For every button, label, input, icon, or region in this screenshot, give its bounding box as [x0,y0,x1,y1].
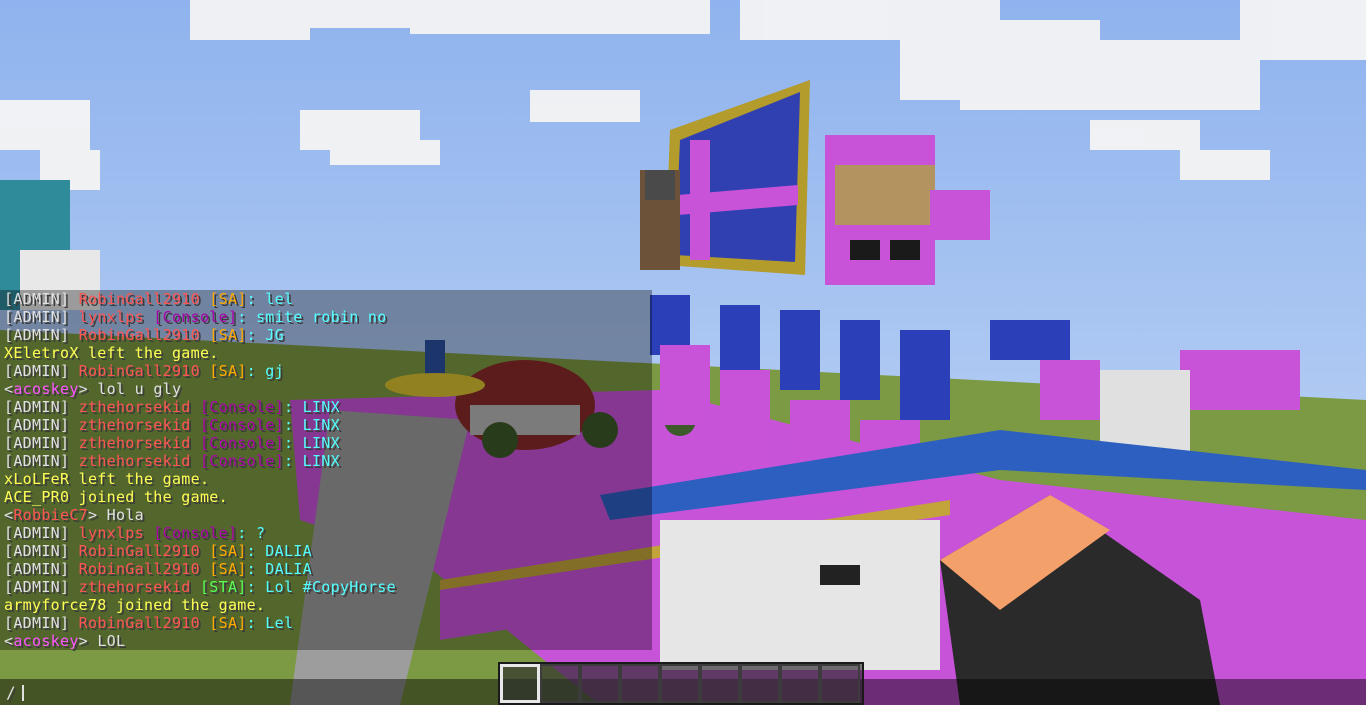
chat-message-segment: acoskey [13,632,79,650]
chat-message-segment: > LOL [78,632,126,650]
chat-log: [ADMIN] RobinGall2910 [SA]: lel [ADMIN] l… [4,290,664,650]
chat-message-segment: : ? [237,524,266,542]
chat-message-segment: [Console] [190,398,284,416]
chat-input-field[interactable]: / [6,683,16,702]
chat-message-segment: < [4,506,14,524]
chat-message-segment: [ADMIN] [4,578,79,596]
chat-message-segment: RobinGall2910 [78,614,200,632]
chat-message: [ADMIN] RobinGall2910 [SA]: lel [4,290,664,308]
hotbar-slot[interactable] [740,664,780,703]
chat-message-segment: lynxlps [78,524,144,542]
chat-message: ACE_PR0 joined the game. [4,488,664,506]
chat-message-segment: [SA] [199,326,247,344]
chat-message-segment: acoskey [13,380,79,398]
chat-message: [ADMIN] RobinGall2910 [SA]: DALIA [4,542,664,560]
hotbar-slot[interactable] [660,664,700,703]
chat-message-segment: [ADMIN] [4,362,79,380]
chat-message: [ADMIN] zthehorsekid [Console]: LINX [4,452,664,470]
chat-message-segment: xLoLFeR left the game. [4,470,210,488]
chat-message-segment: zthehorsekid [78,398,191,416]
chat-message-segment: [ADMIN] [4,560,79,578]
chat-message-segment: [ADMIN] [4,542,79,560]
chat-message-segment: : LINX [283,434,340,452]
chat-message-segment: : gj [246,362,284,380]
chat-message: [ADMIN] lynxlps [Console]: smite robin n… [4,308,664,326]
chat-message-segment: [Console] [190,452,284,470]
chat-message-segment: : smite robin no [237,308,387,326]
chat-message-segment: : LINX [283,398,340,416]
text-cursor [22,685,24,701]
chat-message-segment: RobinGall2910 [78,326,200,344]
chat-message-segment: [SA] [199,290,247,308]
chat-message-segment: RobbieC7 [13,506,88,524]
chat-message-segment: [ADMIN] [4,416,79,434]
chat-message-segment: [ADMIN] [4,326,79,344]
chat-message: [ADMIN] zthehorsekid [STA]: Lol #CopyHor… [4,578,664,596]
hotbar[interactable] [498,662,864,705]
chat-message-segment: [SA] [199,560,247,578]
chat-message-segment: [ADMIN] [4,614,79,632]
chat-message: [ADMIN] RobinGall2910 [SA]: gj [4,362,664,380]
chat-message: XEletroX left the game. [4,344,664,362]
chat-message-segment: zthehorsekid [78,452,191,470]
chat-message-segment: [ADMIN] [4,398,79,416]
chat-message-segment: [Console] [190,416,284,434]
block-head-left [640,170,680,270]
chat-message-segment: [STA] [190,578,247,596]
chat-message-segment: ACE_PR0 joined the game. [4,488,228,506]
chat-message: [ADMIN] RobinGall2910 [SA]: DALIA [4,560,664,578]
chat-message-segment: [Console] [190,434,284,452]
hotbar-slot[interactable] [820,664,860,703]
chat-message-segment: zthehorsekid [78,434,191,452]
chat-message-segment: RobinGall2910 [78,290,200,308]
chat-message-segment: : LINX [283,452,340,470]
chat-message-segment: [ADMIN] [4,434,79,452]
chat-message-segment: [ADMIN] [4,524,79,542]
chat-message-segment: [ADMIN] [4,308,79,326]
chat-message-segment: : JG [246,326,284,344]
chat-message-segment: zthehorsekid [78,416,191,434]
chat-message: xLoLFeR left the game. [4,470,664,488]
chat-message: [ADMIN] zthehorsekid [Console]: LINX [4,398,664,416]
chat-message-segment: : DALIA [246,560,312,578]
chat-message-segment: RobinGall2910 [78,560,200,578]
chat-message-segment: < [4,380,14,398]
chat-message-segment: [SA] [199,362,247,380]
chat-message-segment: lynxlps [78,308,144,326]
chat-message-segment: : DALIA [246,542,312,560]
chat-message-segment: : Lel [246,614,294,632]
chat-message-segment: : lel [246,290,294,308]
chat-message: [ADMIN] RobinGall2910 [SA]: JG [4,326,664,344]
chat-message: [ADMIN] zthehorsekid [Console]: LINX [4,416,664,434]
chat-message-segment: armyforce78 joined the game. [4,596,266,614]
chat-message-segment: < [4,632,14,650]
chat-message-segment: > lol u gly [78,380,182,398]
chat-message-segment: : Lol #CopyHorse [246,578,396,596]
hotbar-slot[interactable] [700,664,740,703]
hotbar-slot[interactable] [620,664,660,703]
chat-message: [ADMIN] lynxlps [Console]: ? [4,524,664,542]
chat-message: [ADMIN] zthehorsekid [Console]: LINX [4,434,664,452]
chat-message-segment: [ADMIN] [4,290,79,308]
chat-message-segment: : LINX [283,416,340,434]
chat-message: <acoskey> LOL [4,632,664,650]
chat-message-segment: XEletroX left the game. [4,344,219,362]
hotbar-slot[interactable] [780,664,820,703]
chat-message-segment: [ADMIN] [4,452,79,470]
chat-message-segment: zthehorsekid [78,578,191,596]
chat-message: armyforce78 joined the game. [4,596,664,614]
chat-message-segment: [SA] [199,542,247,560]
chat-message-segment: [Console] [143,308,238,326]
chat-message-segment: > Hola [88,506,144,524]
hotbar-slot[interactable] [540,664,580,703]
chat-message: <acoskey> lol u gly [4,380,664,398]
hotbar-slot[interactable] [580,664,620,703]
chat-message: [ADMIN] RobinGall2910 [SA]: Lel [4,614,664,632]
chat-message-segment: [Console] [143,524,238,542]
chat-message: <RobbieC7> Hola [4,506,664,524]
chat-message-segment: RobinGall2910 [78,542,200,560]
chat-message-segment: RobinGall2910 [78,362,200,380]
hotbar-slot[interactable] [498,662,542,705]
chat-message-segment: [SA] [199,614,247,632]
